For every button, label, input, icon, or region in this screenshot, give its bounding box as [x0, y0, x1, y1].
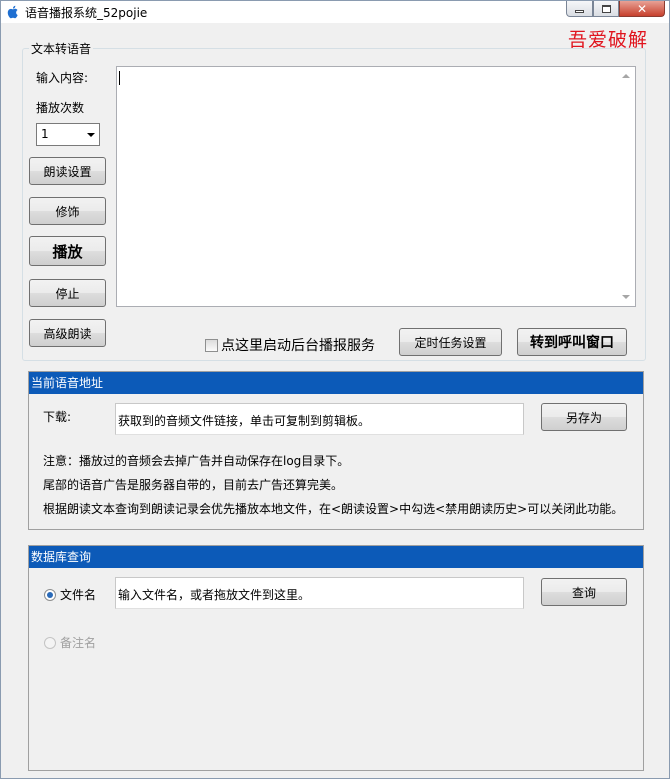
- decorate-button[interactable]: 修饰: [29, 197, 106, 225]
- window-title: 语音播报系统_52pojie: [25, 6, 148, 20]
- db-query-panel-header: 数据库查询: [29, 546, 643, 568]
- advanced-read-button[interactable]: 高级朗读: [29, 319, 106, 347]
- scroll-up-icon[interactable]: [622, 74, 630, 78]
- close-icon: ✕: [636, 1, 648, 16]
- save-as-button[interactable]: 另存为: [541, 403, 627, 431]
- minimize-button[interactable]: [566, 1, 593, 17]
- text-caret: [119, 71, 120, 85]
- text-scrollbar[interactable]: [618, 67, 635, 306]
- maximize-icon: [601, 4, 611, 13]
- filename-input[interactable]: 输入文件名，或者拖放文件到这里。: [115, 577, 524, 609]
- play-count-label: 播放次数: [36, 101, 85, 115]
- remark-radio-option[interactable]: 备注名: [44, 634, 96, 651]
- play-button[interactable]: 播放: [29, 236, 106, 266]
- read-settings-button[interactable]: 朗读设置: [29, 157, 106, 185]
- query-button[interactable]: 查询: [541, 578, 627, 606]
- title-bar: 语音播报系统_52pojie ✕: [1, 1, 669, 23]
- filename-radio-option[interactable]: 文件名: [44, 586, 96, 603]
- filename-radio[interactable]: [44, 588, 56, 601]
- background-service-checkbox[interactable]: [205, 338, 218, 352]
- note-line-3: 根据朗读文本查询到朗读记录会优先播放本地文件，在<朗读设置>中勾选<禁用朗读历史…: [43, 502, 624, 516]
- scheduled-tasks-button[interactable]: 定时任务设置: [399, 328, 502, 356]
- background-service-toggle[interactable]: 点这里启动后台播报服务: [205, 335, 375, 355]
- apple-icon: [7, 5, 18, 19]
- maximize-button[interactable]: [593, 1, 619, 17]
- input-content-label: 输入内容:: [36, 71, 89, 85]
- note-line-2: 尾部的语音广告是服务器自带的，目前去广告还算完美。: [43, 478, 344, 492]
- filename-radio-label[interactable]: 文件名: [60, 586, 96, 603]
- close-button[interactable]: ✕: [619, 1, 665, 17]
- play-count-select[interactable]: 1: [36, 123, 100, 146]
- download-url-field[interactable]: 获取到的音频文件链接，单击可复制到剪辑板。: [115, 403, 524, 435]
- download-label: 下载:: [43, 410, 72, 424]
- scroll-down-icon[interactable]: [622, 295, 630, 299]
- stop-button[interactable]: 停止: [29, 279, 106, 307]
- goto-call-window-button[interactable]: 转到呼叫窗口: [517, 328, 627, 356]
- radio-selected-dot: [47, 591, 53, 598]
- play-count-value: 1: [41, 127, 49, 141]
- text-content-input[interactable]: [116, 66, 636, 307]
- background-service-label[interactable]: 点这里启动后台播报服务: [221, 335, 375, 355]
- main-window: 语音播报系统_52pojie ✕ 吾爱破解 文本转语音 输入内容: 播放次数 1…: [0, 0, 670, 779]
- minimize-icon: [575, 9, 584, 13]
- note-line-1: 注意：播放过的音频会去掉广告并自动保存在log目录下。: [43, 454, 350, 468]
- remark-radio-label: 备注名: [60, 636, 97, 650]
- chevron-down-icon: [87, 133, 95, 137]
- audio-url-panel-header: 当前语音地址: [29, 372, 643, 394]
- remark-radio[interactable]: [44, 636, 56, 649]
- tts-groupbox-title: 文本转语音: [29, 40, 94, 57]
